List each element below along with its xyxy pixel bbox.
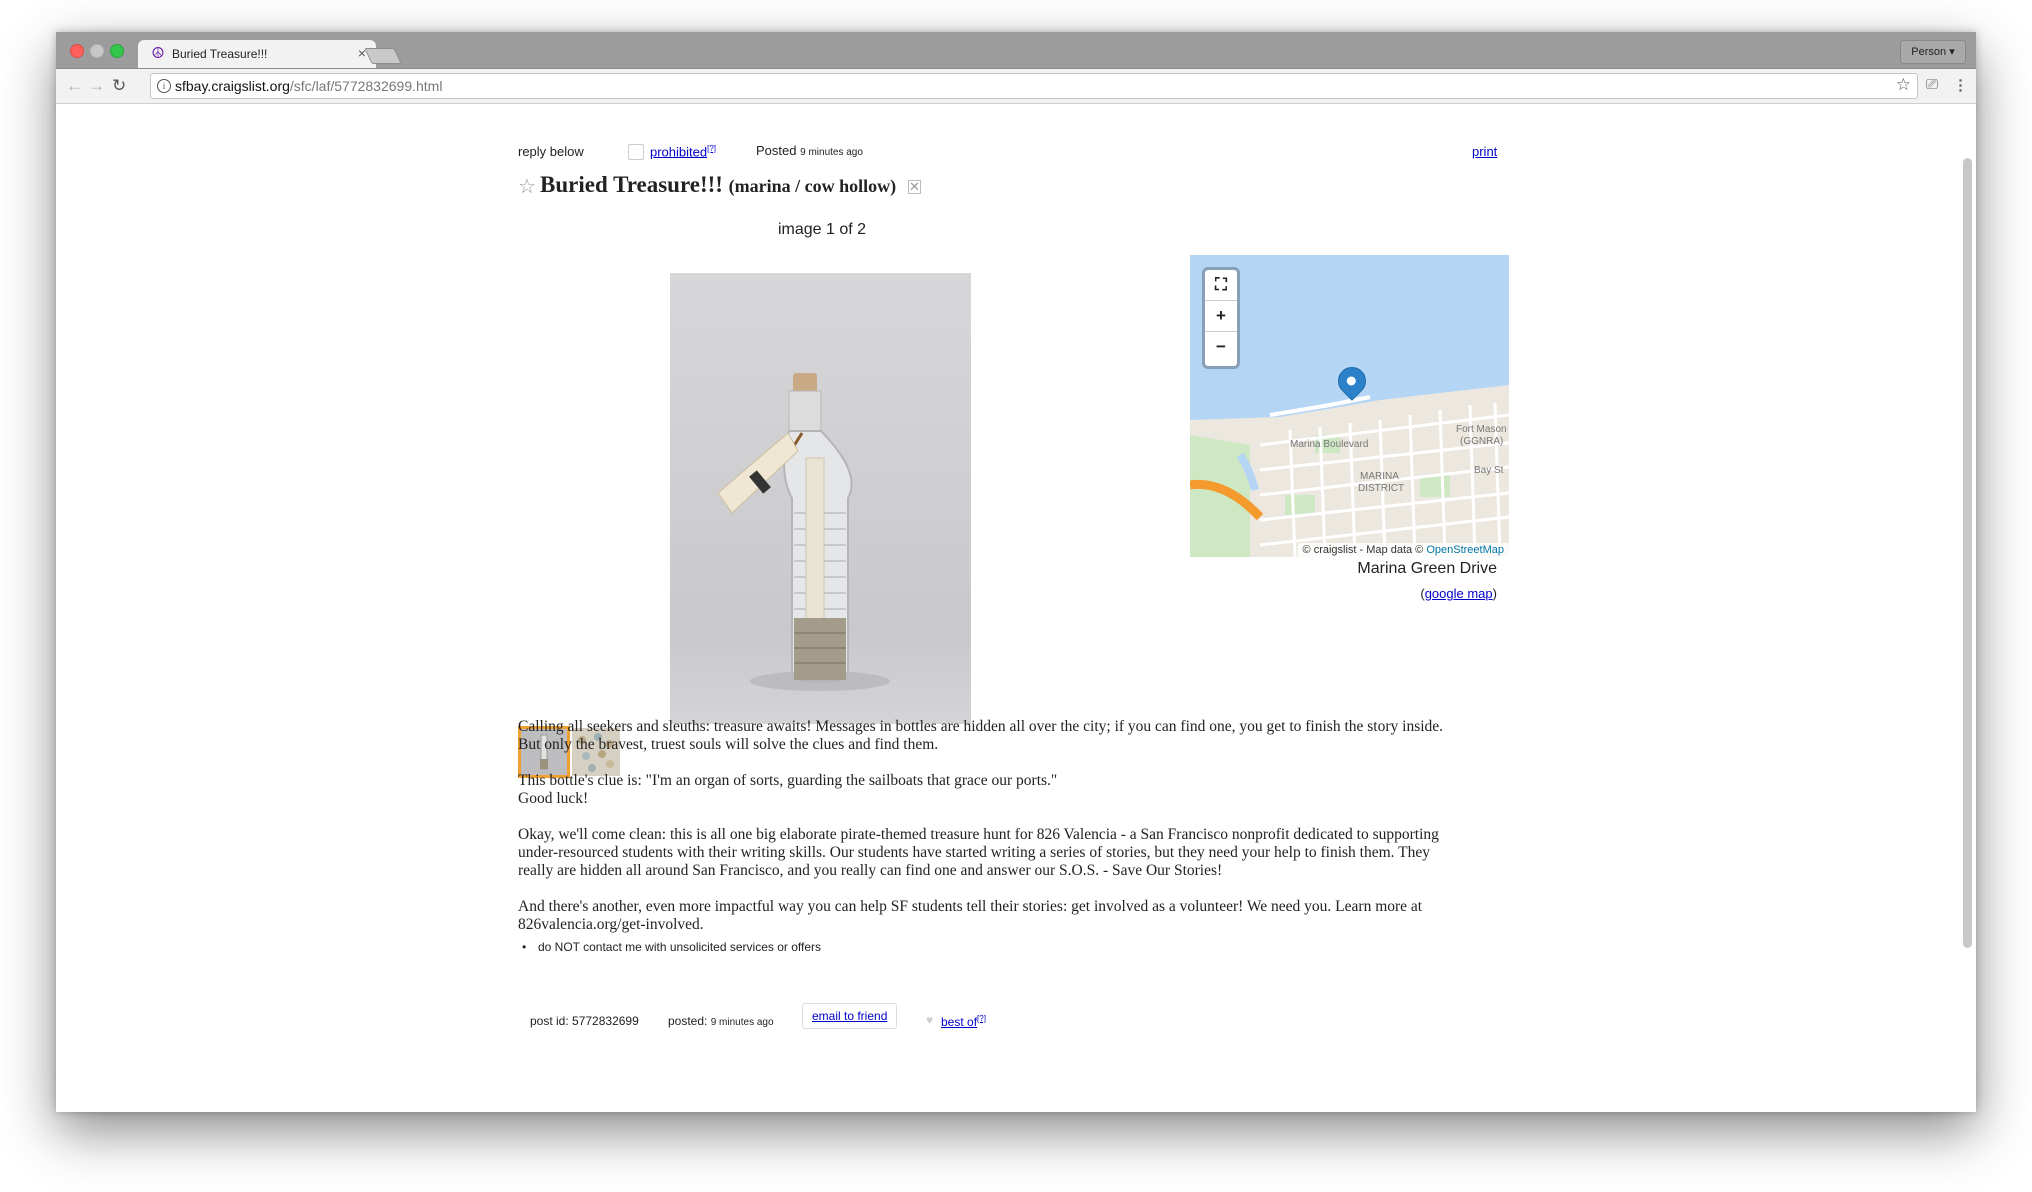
- address-bar[interactable]: i sfbay.craigslist.org/sfc/laf/577283269…: [150, 73, 1918, 99]
- fullscreen-icon[interactable]: ⛶: [1205, 270, 1237, 301]
- minimize-window-button[interactable]: [90, 44, 104, 58]
- location-map[interactable]: Marina Boulevard MARINA DISTRICT Fort Ma…: [1190, 255, 1509, 557]
- neighborhood: (marina / cow hollow): [728, 176, 897, 196]
- map-label-fort-1: Fort Mason: [1456, 424, 1507, 435]
- google-map-wrapper: (google map): [1420, 586, 1497, 601]
- tab-strip: ☮ Buried Treasure!!! × Person ▾: [56, 32, 1976, 69]
- posted-label: Posted 9 minutes ago: [756, 143, 863, 158]
- hide-post-icon[interactable]: ✕: [908, 180, 921, 194]
- browser-window: ☮ Buried Treasure!!! × Person ▾ ← → ↻ i …: [56, 32, 1976, 1112]
- map-label-district-2: DISTRICT: [1358, 483, 1405, 494]
- email-to-friend-button[interactable]: email to friend: [802, 1003, 898, 1029]
- zoom-in-button[interactable]: +: [1205, 301, 1237, 332]
- forward-arrow-icon[interactable]: →: [88, 76, 105, 96]
- openstreetmap-link[interactable]: OpenStreetMap: [1426, 544, 1504, 556]
- cast-icon[interactable]: ⎚: [1926, 76, 1938, 93]
- map-label-bay: Bay St: [1474, 465, 1504, 476]
- star-icon[interactable]: ☆: [1896, 75, 1911, 95]
- reply-label: reply below: [518, 144, 584, 159]
- body-paragraph-3: Okay, we'll come clean: this is all one …: [518, 826, 1439, 879]
- url-text[interactable]: sfbay.craigslist.org/sfc/laf/5772832699.…: [175, 78, 442, 94]
- posted-time: 9 minutes ago: [800, 147, 863, 158]
- best-of-wrapper: best of[?]: [941, 1014, 986, 1029]
- new-tab-button[interactable]: [364, 48, 402, 64]
- close-window-button[interactable]: [70, 44, 84, 58]
- map-label-district-1: MARINA: [1360, 471, 1399, 482]
- best-of-help-link[interactable]: [?]: [977, 1014, 986, 1023]
- map-zoom-control: ⛶ + −: [1202, 267, 1240, 369]
- posting-body: Calling all seekers and sleuths: treasur…: [518, 718, 1518, 952]
- listing-image[interactable]: [670, 273, 971, 724]
- info-icon[interactable]: i: [157, 79, 171, 93]
- maximize-window-button[interactable]: [110, 44, 124, 58]
- kebab-menu-icon[interactable]: ⋮: [1953, 76, 1968, 94]
- browser-toolbar: ← → ↻ i sfbay.craigslist.org/sfc/laf/577…: [56, 69, 1976, 104]
- map-label-boulevard: Marina Boulevard: [1290, 439, 1369, 450]
- prohibited-link[interactable]: prohibited: [650, 144, 707, 159]
- zoom-out-button[interactable]: −: [1205, 332, 1237, 362]
- heart-icon[interactable]: ♥: [926, 1013, 933, 1027]
- footer-posted: posted: 9 minutes ago: [668, 1014, 774, 1028]
- tab-title: Buried Treasure!!!: [172, 47, 268, 61]
- print-link[interactable]: print: [1472, 144, 1497, 159]
- google-map-link[interactable]: google map: [1425, 586, 1493, 601]
- bottle-image: [717, 373, 890, 691]
- best-of-link[interactable]: best of: [941, 1015, 977, 1029]
- prohibited-checkbox[interactable]: [628, 144, 644, 160]
- favorite-star-icon[interactable]: ☆: [518, 174, 536, 199]
- page-title: Buried Treasure!!! (marina / cow hollow): [540, 172, 897, 197]
- prohibited-help-link[interactable]: [?]: [707, 144, 716, 153]
- map-attribution: © craigslist - Map data © OpenStreetMap: [1297, 543, 1509, 557]
- reload-icon[interactable]: ↻: [112, 76, 126, 96]
- profile-button[interactable]: Person ▾: [1900, 40, 1966, 64]
- peace-icon: ☮: [151, 45, 165, 62]
- page-content: reply below prohibited[?] Posted 9 minut…: [56, 104, 1976, 1112]
- image-caption: image 1 of 2: [778, 221, 867, 238]
- body-paragraph-1: Calling all seekers and sleuths: treasur…: [518, 718, 1444, 753]
- body-paragraph-4: And there's another, even more impactful…: [518, 898, 1423, 933]
- map-address: Marina Green Drive: [1357, 560, 1497, 577]
- notice-item: do NOT contact me with unsolicited servi…: [538, 940, 822, 954]
- body-paragraph-2: This bottle's clue is: "I'm an organ of …: [518, 772, 1058, 807]
- map-label-fort-2: (GGNRA): [1460, 436, 1504, 447]
- post-id: post id: 5772832699: [530, 1014, 639, 1028]
- back-arrow-icon[interactable]: ←: [66, 76, 83, 96]
- tab-active[interactable]: ☮ Buried Treasure!!! ×: [138, 40, 376, 68]
